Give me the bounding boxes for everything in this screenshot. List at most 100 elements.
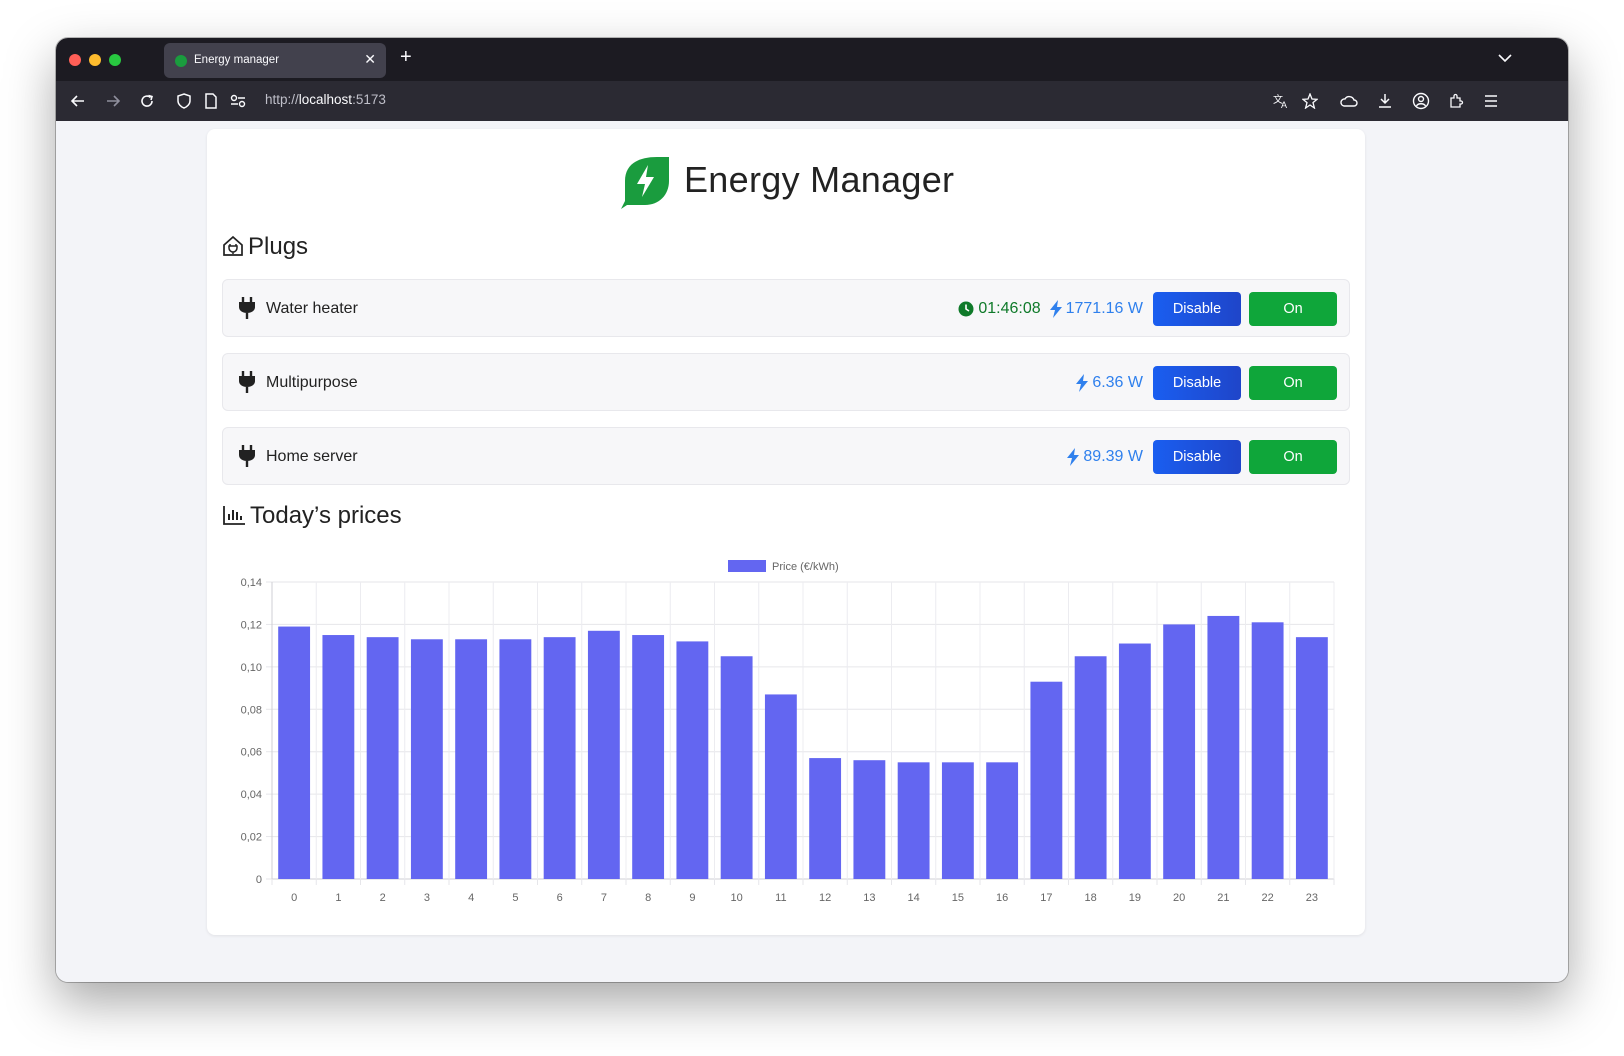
x-tick-label: 1 <box>335 892 341 904</box>
page-content: Energy Manager Plugs Water heater 01:46:… <box>56 121 1568 982</box>
leaf-bolt-logo-icon <box>617 153 673 209</box>
back-icon[interactable] <box>68 91 88 111</box>
price-bar <box>1118 643 1151 879</box>
close-window-button[interactable] <box>69 54 81 66</box>
price-bar <box>941 762 974 879</box>
download-icon[interactable] <box>1375 91 1395 111</box>
page-icon[interactable] <box>201 91 221 111</box>
url-port: :5173 <box>352 92 386 107</box>
price-bar <box>764 694 797 879</box>
plug-row: Multipurpose 6.36 W Disable On <box>222 353 1350 411</box>
x-tick-label: 21 <box>1217 892 1229 904</box>
navigation-bar: http://localhost:5173 文A <box>56 81 1568 121</box>
price-bar <box>1207 615 1240 879</box>
x-tick-label: 20 <box>1173 892 1185 904</box>
price-bar <box>322 635 355 879</box>
disable-button[interactable]: Disable <box>1153 440 1241 474</box>
plug-controls: 6.36 W Disable On <box>1075 366 1337 400</box>
x-tick-label: 2 <box>380 892 386 904</box>
price-bar <box>278 626 311 879</box>
price-bar <box>1030 681 1063 879</box>
x-tick-label: 5 <box>512 892 518 904</box>
power-value: 1771.16 W <box>1065 300 1143 317</box>
y-tick-label: 0,04 <box>241 789 262 801</box>
close-tab-icon[interactable]: ✕ <box>364 51 376 68</box>
on-button[interactable]: On <box>1249 366 1337 400</box>
zoom-window-button[interactable] <box>109 54 121 66</box>
browser-window: Energy manager ✕ + http://localhost:5173… <box>56 38 1568 982</box>
on-button[interactable]: On <box>1249 440 1337 474</box>
account-icon[interactable] <box>1411 91 1431 111</box>
price-bar <box>1251 622 1284 879</box>
price-bar <box>410 639 443 879</box>
disable-button[interactable]: Disable <box>1153 366 1241 400</box>
plug-name: Multipurpose <box>266 374 358 391</box>
y-tick-label: 0,14 <box>241 577 262 589</box>
power-reading: 6.36 W <box>1075 374 1143 392</box>
price-bar <box>676 641 709 879</box>
minimize-window-button[interactable] <box>89 54 101 66</box>
on-button[interactable]: On <box>1249 292 1337 326</box>
power-reading: 1771.16 W <box>1049 300 1143 318</box>
translate-icon[interactable]: 文A <box>1272 91 1292 111</box>
price-bar <box>632 635 665 879</box>
x-tick-label: 10 <box>731 892 743 904</box>
x-tick-label: 18 <box>1085 892 1097 904</box>
shield-icon[interactable] <box>174 91 194 111</box>
price-bar <box>986 762 1019 879</box>
list-all-tabs-icon[interactable] <box>1498 50 1512 68</box>
house-plug-icon <box>222 235 244 264</box>
x-tick-label: 23 <box>1306 892 1318 904</box>
disable-button[interactable]: Disable <box>1153 292 1241 326</box>
legend-label: Price (€/kWh) <box>772 561 839 573</box>
y-tick-label: 0,02 <box>241 832 262 844</box>
app-header: Energy Manager <box>207 153 1365 213</box>
price-bar <box>1074 656 1107 879</box>
price-bar <box>1295 637 1328 879</box>
prices-heading: Today’s prices <box>222 502 402 533</box>
plug-controls: 01:46:08 1771.16 W Disable On <box>958 292 1337 326</box>
svg-text:A: A <box>1281 100 1287 109</box>
price-chart: 0 0,02 0,04 0,06 0,08 0,10 0,12 0,14 0 1 2 3 4 5 6 7 8 9 1… <box>222 549 1350 919</box>
price-bar <box>720 656 753 879</box>
x-tick-label: 0 <box>291 892 297 904</box>
y-tick-label: 0 <box>256 874 262 886</box>
reload-icon[interactable] <box>137 91 157 111</box>
url-bar[interactable]: http://localhost:5173 <box>265 92 386 107</box>
bolt-icon <box>1067 448 1080 466</box>
bar-chart-icon <box>222 504 246 533</box>
x-tick-label: 19 <box>1129 892 1141 904</box>
extensions-icon[interactable] <box>1446 91 1466 111</box>
x-tick-label: 14 <box>908 892 920 904</box>
price-bar <box>543 637 576 879</box>
title-bar: Energy manager ✕ + <box>56 38 1568 81</box>
x-tick-label: 12 <box>819 892 831 904</box>
x-tick-label: 8 <box>645 892 651 904</box>
cloud-icon[interactable] <box>1339 91 1359 111</box>
timer-value: 01:46:08 <box>978 300 1041 317</box>
browser-tab[interactable]: Energy manager ✕ <box>164 43 386 78</box>
bolt-icon <box>1076 374 1089 392</box>
clock-icon <box>958 301 974 317</box>
legend-swatch <box>728 560 766 572</box>
price-bar <box>499 639 532 879</box>
favicon-icon <box>175 55 187 67</box>
forward-icon[interactable] <box>103 91 123 111</box>
bookmark-star-icon[interactable] <box>1300 91 1320 111</box>
x-tick-label: 6 <box>557 892 563 904</box>
url-host: localhost <box>298 92 353 107</box>
main-card: Energy Manager Plugs Water heater 01:46:… <box>207 129 1365 935</box>
power-value: 89.39 W <box>1083 448 1143 465</box>
power-reading: 89.39 W <box>1066 448 1143 466</box>
plug-name: Water heater <box>266 300 358 317</box>
menu-icon[interactable] <box>1481 91 1501 111</box>
permissions-icon[interactable] <box>228 91 248 111</box>
y-tick-label: 0,10 <box>241 662 262 674</box>
y-tick-label: 0,06 <box>241 747 262 759</box>
plug-icon <box>237 370 257 394</box>
new-tab-button[interactable]: + <box>400 46 412 69</box>
x-tick-label: 15 <box>952 892 964 904</box>
x-tick-label: 16 <box>996 892 1008 904</box>
x-tick-label: 22 <box>1262 892 1274 904</box>
price-bar <box>897 762 930 879</box>
